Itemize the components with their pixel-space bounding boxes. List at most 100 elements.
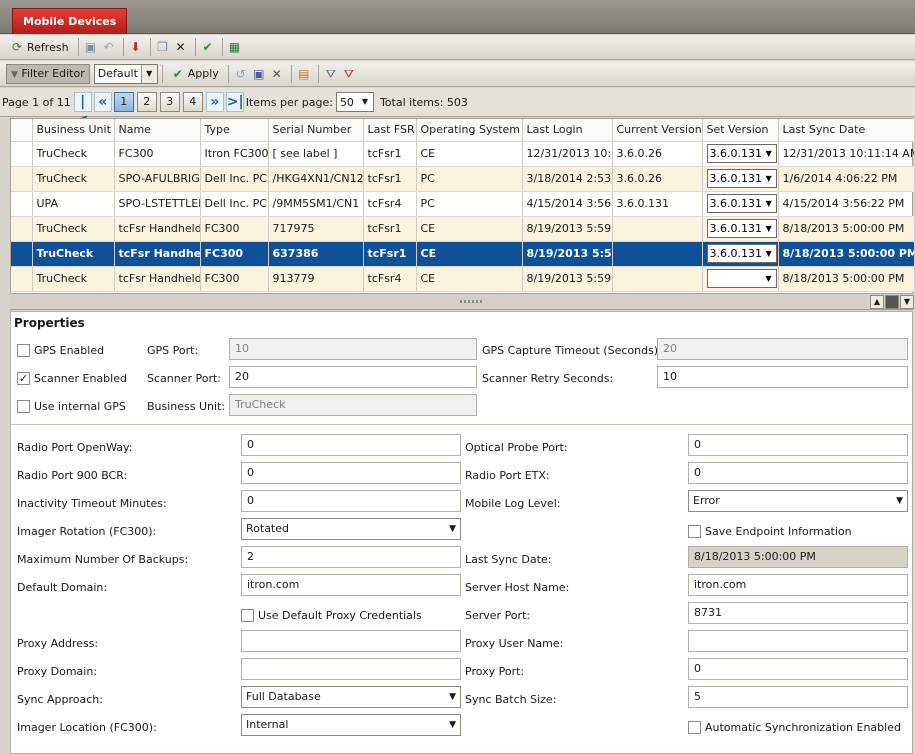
table-cell: 8/19/2013 5:59: [522,241,613,267]
column-header[interactable]: Current Version [612,119,703,142]
set-version-select[interactable]: 3.6.0.131 ▼ [706,194,777,213]
refresh-button[interactable]: ⟳ Refresh [6,37,72,57]
excel-icon[interactable]: ▦ [227,39,243,55]
radio-etx-field[interactable]: 0 [688,462,908,484]
table-cell: 8/19/2013 5:59: [522,216,613,242]
set-version-select[interactable]: 3.6.0.131 ▼ [706,244,777,263]
tab-mobile-devices[interactable]: Mobile Devices [12,8,128,34]
toolbar-separator [317,64,319,83]
proxy-port-field[interactable]: 0 [688,658,908,680]
table-row[interactable]: TruCheck tcFsr Handheld FC300 717975 tcF… [11,216,915,242]
apply-check-icon: ✔ [172,66,183,81]
last-page-icon[interactable]: >| [225,92,244,112]
server-host-field[interactable]: itron.com [688,574,908,596]
table-cell: 8/18/2013 5:00:00 PM [778,241,915,267]
page-info: Page 1 of 11 [2,95,71,109]
table-row[interactable]: TruCheck tcFsr Handheld FC300 913779 tcF… [11,266,915,292]
undo-icon[interactable]: ↶ [101,39,117,55]
imager-location-select[interactable]: Internal ▼ [241,714,461,736]
expand-up-icon[interactable]: ▲ [870,295,884,309]
max-backups-field[interactable]: 2 [241,546,461,568]
table-row[interactable]: TruCheck FC300 Itron FC300 [ see label ]… [11,141,915,167]
business-unit-field[interactable]: TruCheck [229,394,477,416]
apply-button[interactable]: ✔ Apply [167,64,222,84]
save-filter-icon[interactable]: ▣ [251,66,267,82]
sync-approach-select[interactable]: Full Database ▼ [241,686,461,708]
reset-filter-icon[interactable]: ↺ [233,66,249,82]
auto-sync-label: Automatic Synchronization Enabled [705,721,901,734]
inactivity-field[interactable]: 0 [241,490,461,512]
page-button-2[interactable]: 2 [136,92,157,112]
proxy-domain-label: Proxy Domain: [17,665,98,678]
proxy-address-field[interactable] [241,630,461,652]
scanner-enabled-checkbox[interactable]: ✓ [17,372,30,385]
table-cell [612,241,703,267]
delete-filter-icon[interactable]: ✕ [269,66,285,82]
log-level-select[interactable]: Error ▼ [688,490,908,512]
table-row[interactable]: TruCheck SPO-AFULBRIGHT Dell Inc. PC /HK… [11,166,915,192]
set-version-select[interactable]: 3.6.0.131 ▼ [706,219,777,238]
column-header[interactable]: Set Version [702,119,779,142]
toolbar-separator [161,64,163,83]
scanner-port-field[interactable]: 20 [229,366,477,388]
scanner-retry-field[interactable]: 10 [657,366,908,388]
save-icon[interactable]: ▣ [83,39,99,55]
delete-icon[interactable]: ✕ [173,39,189,55]
table-row-selected[interactable]: TruCheck tcFsr Handheld FC300 637386 tcF… [11,241,915,267]
table-cell: CE [416,241,523,267]
default-proxy-checkbox[interactable] [241,609,254,622]
save-endpoint-checkbox[interactable] [688,525,701,538]
gps-enabled-label: GPS Enabled [34,344,105,357]
gps-enabled-checkbox[interactable] [17,344,30,357]
sync-approach-label: Sync Approach: [17,693,103,706]
items-per-page-select[interactable]: 50 ▼ [335,92,374,112]
column-header[interactable]: Type [200,119,269,142]
import-icon[interactable]: ✔ [200,39,216,55]
gps-port-field[interactable]: 10 [229,338,477,360]
column-header[interactable]: Last Sync Date [778,119,915,142]
set-version-select[interactable]: ▼ [706,269,777,288]
column-header[interactable]: Last FSR [363,119,417,142]
next-page-icon[interactable]: » [205,92,224,112]
set-version-select[interactable]: 3.6.0.131 ▼ [706,169,777,188]
restore-icon[interactable] [885,295,899,309]
collapse-down-icon[interactable]: ▼ [900,295,914,309]
panel-splitter[interactable]: ▲ ▼ [10,294,914,310]
gps-timeout-field[interactable]: 20 [657,338,908,360]
export-device-icon[interactable]: ⬇ [128,39,144,55]
proxy-domain-field[interactable] [241,658,461,680]
previous-page-icon[interactable]: « [93,92,112,112]
set-version-select[interactable]: 3.6.0.131 ▼ [706,144,777,163]
columns-icon[interactable]: ▤ [296,66,312,82]
default-domain-field[interactable]: itron.com [241,574,461,596]
page-button-4[interactable]: 4 [182,92,203,112]
table-cell: Dell Inc. PC [200,191,269,217]
chevron-down-icon: ▼ [140,64,157,83]
table-cell: TruCheck [32,216,115,242]
page-button-3[interactable]: 3 [159,92,180,112]
filter-clear-icon[interactable]: ⛛ [341,66,357,82]
proxy-user-field[interactable] [688,630,908,652]
auto-sync-checkbox[interactable] [688,721,701,734]
column-header[interactable]: Serial Number [268,119,364,142]
copy-icon[interactable]: ❐ [155,39,171,55]
sync-batch-field[interactable]: 5 [688,686,908,708]
chevron-down-icon: ▼ [449,524,456,534]
column-header[interactable]: Business Unit [32,119,115,142]
column-header[interactable]: Name [114,119,201,142]
table-cell: 3.6.0.131 ▼ [702,241,779,267]
first-page-icon[interactable]: |< [73,92,92,128]
radio-openway-field[interactable]: 0 [241,434,461,456]
radio-900-field[interactable]: 0 [241,462,461,484]
server-port-field[interactable]: 8731 [688,602,908,624]
filter-select[interactable]: Default ▼ [93,63,158,84]
internal-gps-checkbox[interactable] [17,400,30,413]
column-header[interactable]: Last Login [522,119,613,142]
column-header[interactable]: Operating System [416,119,523,142]
page-button-1[interactable]: 1 [113,92,134,112]
filter-editor-button[interactable]: ▼ Filter Editor [6,63,90,84]
filter-add-icon[interactable]: ⛛ [323,66,339,82]
optical-probe-field[interactable]: 0 [688,434,908,456]
imager-rotation-select[interactable]: Rotated ▼ [241,518,461,540]
table-row[interactable]: UPA SPO-LSTETTLER Dell Inc. PC /9MM5SM1/… [11,191,915,217]
